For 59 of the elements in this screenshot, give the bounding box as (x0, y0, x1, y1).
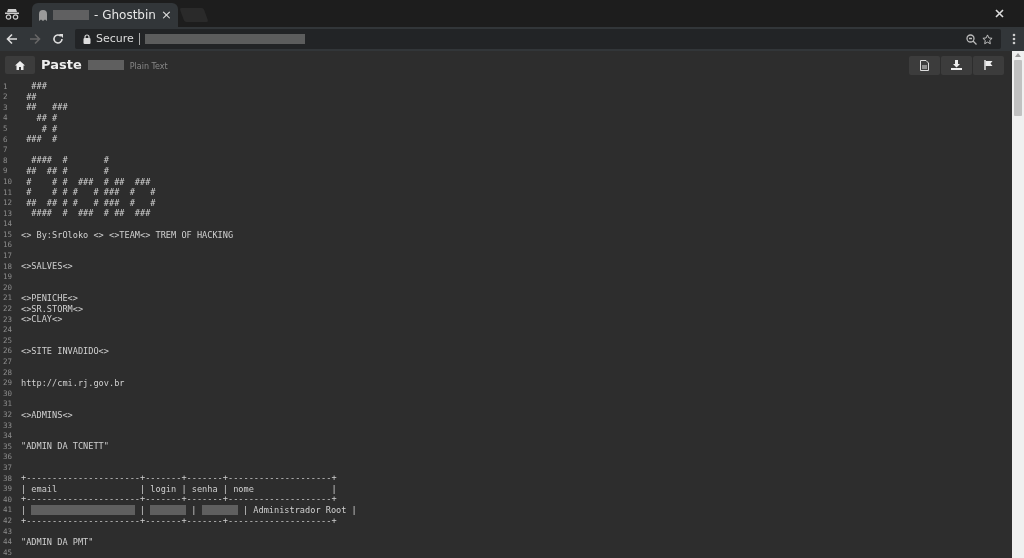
code-line: http://cmi.rj.gov.br (21, 377, 125, 389)
report-button[interactable] (973, 55, 1004, 75)
download-button[interactable] (941, 55, 972, 75)
incognito-icon (5, 8, 19, 20)
code-line: "ADMIN DA TCNETT" (21, 441, 109, 453)
code-line: <>SITE INVADIDO<> (21, 346, 109, 357)
code-line: <>SALVES<> (21, 261, 73, 272)
code-text: | Administrador Root | (242, 505, 357, 516)
code-line: # # # # # ### # # (25, 187, 156, 198)
browser-tab[interactable]: - Ghostbin × (32, 3, 178, 27)
document-icon (920, 59, 929, 71)
code-line: #### # ### # ## ### (30, 208, 151, 219)
code-line: | email | login | senha | nome | (21, 483, 337, 495)
flag-icon (983, 60, 994, 71)
code-line: ## ## # # (25, 166, 109, 177)
reload-icon[interactable] (52, 33, 64, 45)
home-icon (15, 60, 25, 70)
download-icon (951, 60, 962, 71)
close-tab-button[interactable]: × (161, 5, 172, 25)
close-icon[interactable] (995, 9, 1004, 18)
language-label: Plain Text (129, 60, 168, 73)
tab-title: - Ghostbin (94, 7, 156, 24)
code-line: <> By:SrOloko <> <>TEAM<> TREM OF HACKING (21, 229, 234, 241)
code-line: # # # ### # ## ### (25, 176, 151, 188)
code-line: ## ## # # # ### # # (25, 197, 156, 209)
code-line: #### # # (30, 155, 109, 167)
code-line: ## (25, 91, 37, 103)
code-line: "ADMIN DA PMT" (21, 536, 94, 548)
raw-button[interactable] (909, 55, 940, 75)
code-line: ### (30, 81, 47, 92)
code-line: +----------------------+-------+-------+--------------------+ (21, 494, 337, 506)
menu-icon[interactable] (1012, 33, 1016, 45)
code-line: # # (40, 123, 58, 135)
code-line: +----------------------+-------+-------+--------------------+ (21, 515, 337, 527)
star-icon[interactable] (982, 33, 993, 45)
code-text: | (139, 505, 145, 516)
code-line: ### # (25, 134, 58, 145)
code-line: <>PENICHE<> (21, 293, 78, 304)
code-line: <>SR.STORM<> (21, 303, 84, 315)
lock-icon (83, 34, 91, 44)
code-text: | (21, 505, 27, 516)
scrollbar-thumb[interactable] (1014, 60, 1022, 116)
code-line: ## ### (25, 102, 68, 114)
code-line: <>ADMINS<> (21, 409, 73, 421)
zoom-out-icon[interactable] (966, 33, 977, 45)
code-line: +----------------------+-------+-------+--------------------+ (21, 473, 337, 484)
address-bar[interactable]: Secure (75, 29, 1001, 49)
code-line: ## # (35, 113, 58, 124)
code-text: | (191, 505, 197, 516)
secure-label: Secure (96, 30, 134, 47)
redacted-text (201, 505, 238, 516)
back-icon[interactable] (6, 33, 18, 45)
redacted-text (87, 60, 124, 71)
redacted-text (53, 10, 89, 20)
page-title: Paste (41, 56, 82, 75)
ghost-icon (38, 9, 48, 21)
home-button[interactable] (5, 56, 35, 75)
code-line: <>CLAY<> (21, 314, 63, 325)
redacted-text (150, 505, 187, 516)
